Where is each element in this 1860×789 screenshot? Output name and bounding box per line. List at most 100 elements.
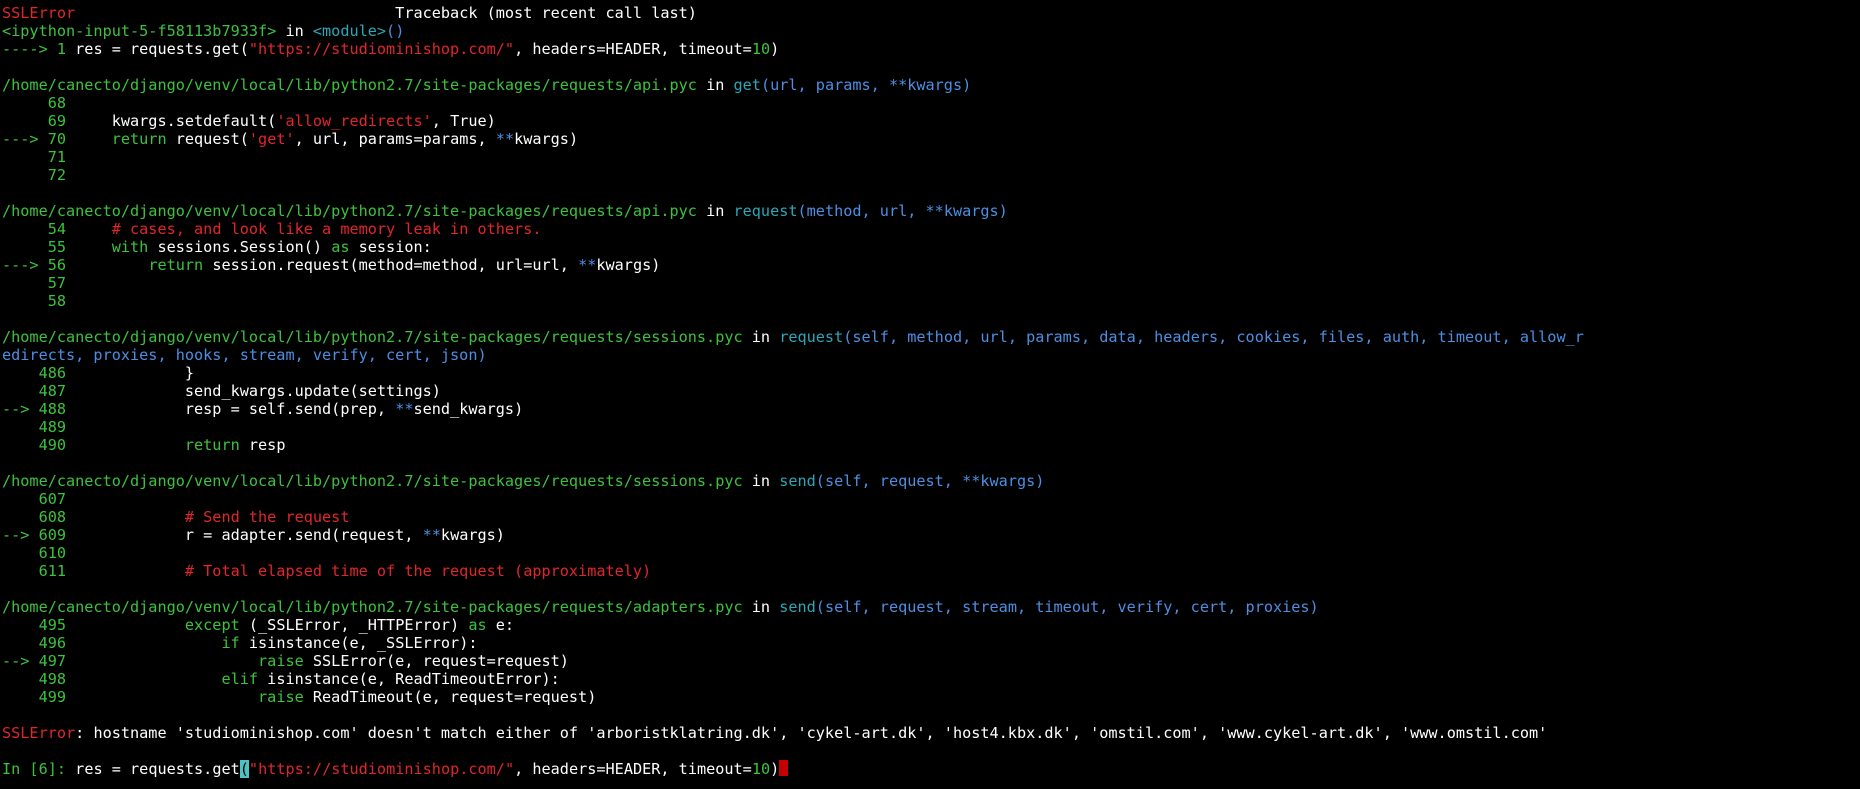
terminal-text: as [331,238,350,256]
terminal-line: 487 send_kwargs.update(settings) [2,382,1860,400]
terminal-text: ) [770,40,780,58]
terminal-text: () [386,22,405,40]
terminal-text: 498 [2,670,222,688]
terminal-line: ---> 70 return request('get', url, param… [2,130,1860,148]
terminal-line: 68 [2,94,1860,112]
terminal-text: 68 [2,94,67,112]
terminal-text: # Total elapsed time of the request (app… [184,562,652,580]
terminal-text: kwargs) [440,526,505,544]
terminal-text: /home/canecto/django/venv/local/lib/pyth… [2,202,697,220]
terminal-text: (self, request, stream, timeout, verify,… [815,598,1319,616]
terminal-line: /home/canecto/django/venv/local/lib/pyth… [2,472,1860,490]
terminal-line: 499 raise ReadTimeout(e, request=request… [2,688,1860,706]
terminal-text: --> 609 [2,526,185,544]
terminal-text: request [779,328,844,346]
terminal-text: return [148,256,204,274]
terminal-line: edirects, proxies, hooks, stream, verify… [2,346,1860,364]
terminal-text: ]: [47,760,76,778]
terminal-text: return [184,436,240,454]
terminal-text: send_kwargs) [413,400,524,418]
terminal-text: 54 [2,220,112,238]
terminal-line: 490 return resp [2,436,1860,454]
terminal-line: In [6]: res = requests.get("https://stud… [2,760,1860,778]
terminal-text: send_kwargs.update(settings) [184,382,441,400]
terminal-text: (_SSLError, _HTTPError) [239,616,469,634]
terminal-text: 610 [2,544,67,562]
terminal-text: 55 [2,238,112,256]
terminal-text: ----> 1 [2,40,76,58]
terminal-line: 486 } [2,364,1860,382]
terminal-text: In [ [2,760,39,778]
terminal-line: /home/canecto/django/venv/local/lib/pyth… [2,202,1860,220]
terminal-text: # cases, and look like a memory leak in … [111,220,542,238]
terminal-line: 607 [2,490,1860,508]
terminal-text: res = requests.get [75,760,240,778]
terminal-text: "https://studiominishop.com/" [248,760,515,778]
terminal-text: SSLError(e, request=request) [303,652,569,670]
terminal-line: 69 kwargs.setdefault('allow_redirects', … [2,112,1860,130]
terminal-text: ** [495,130,515,148]
terminal-window[interactable]: SSLError Traceback (most recent call las… [0,0,1860,789]
terminal-text: in [696,202,734,220]
terminal-text: kwargs.setdefault( [111,112,277,130]
terminal-text: 58 [2,292,67,310]
terminal-text: isinstance(e, _SSLError): [239,634,478,652]
terminal-text: SSLError [2,724,76,742]
terminal-text: in [742,472,780,490]
terminal-text: : hostname 'studiominishop.com' doesn't … [75,724,1548,742]
terminal-text: if [221,634,240,652]
terminal-text: except [184,616,240,634]
terminal-line: 58 [2,292,1860,310]
terminal-text: , [431,112,451,130]
terminal-text: request( [166,130,249,148]
terminal-text: 69 [2,112,112,130]
terminal-text: in [276,22,313,40]
terminal-line: 608 # Send the request [2,508,1860,526]
terminal-line: --> 488 resp = self.send(prep, **send_kw… [2,400,1860,418]
terminal-text: ---> 70 [2,130,112,148]
terminal-line: 54 # cases, and look like a memory leak … [2,220,1860,238]
terminal-line: 55 with sessions.Session() as session: [2,238,1860,256]
terminal-text: (self, request, **kwargs) [815,472,1045,490]
terminal-text: e: [486,616,515,634]
terminal-text: ** [395,400,414,418]
terminal-text: as [468,616,487,634]
terminal-text: True [450,112,487,130]
terminal-text: --> 488 [2,400,185,418]
terminal-line: ----> 1 res = requests.get("https://stud… [2,40,1860,58]
terminal-text: ---> 56 [2,256,149,274]
terminal-text: in [742,598,780,616]
terminal-text: 489 [2,418,67,436]
terminal-text: , headers=HEADER, timeout= [514,40,752,58]
terminal-line: --> 609 r = adapter.send(request, **kwar… [2,526,1860,544]
terminal-text: elif [221,670,259,688]
terminal-text: 71 [2,148,67,166]
terminal-line: 496 if isinstance(e, _SSLError): [2,634,1860,652]
terminal-text: } [184,364,195,382]
terminal-line: /home/canecto/django/venv/local/lib/pyth… [2,598,1860,616]
terminal-text: 495 [2,616,185,634]
terminal-text: session.request(method=method, url=url, [203,256,579,274]
terminal-text: , headers=HEADER, timeout= [514,760,752,778]
terminal-line: 71 [2,148,1860,166]
terminal-text: 486 [2,364,185,382]
terminal-text: ** [578,256,597,274]
terminal-text: 490 [2,436,185,454]
terminal-line: --> 497 raise SSLError(e, request=reques… [2,652,1860,670]
terminal-text: 487 [2,382,185,400]
terminal-text: 'allow_redirects' [276,112,432,130]
terminal-text: return [111,130,167,148]
terminal-text: send [779,472,816,490]
terminal-text: (url, params, **kwargs) [760,76,972,94]
terminal-text: /home/canecto/django/venv/local/lib/pyth… [2,598,743,616]
terminal-text: 72 [2,166,67,184]
terminal-text: request [733,202,798,220]
terminal-text: 499 [2,688,259,706]
terminal-text: , url, params=params, [294,130,496,148]
terminal-line: 498 elif isinstance(e, ReadTimeoutError)… [2,670,1860,688]
